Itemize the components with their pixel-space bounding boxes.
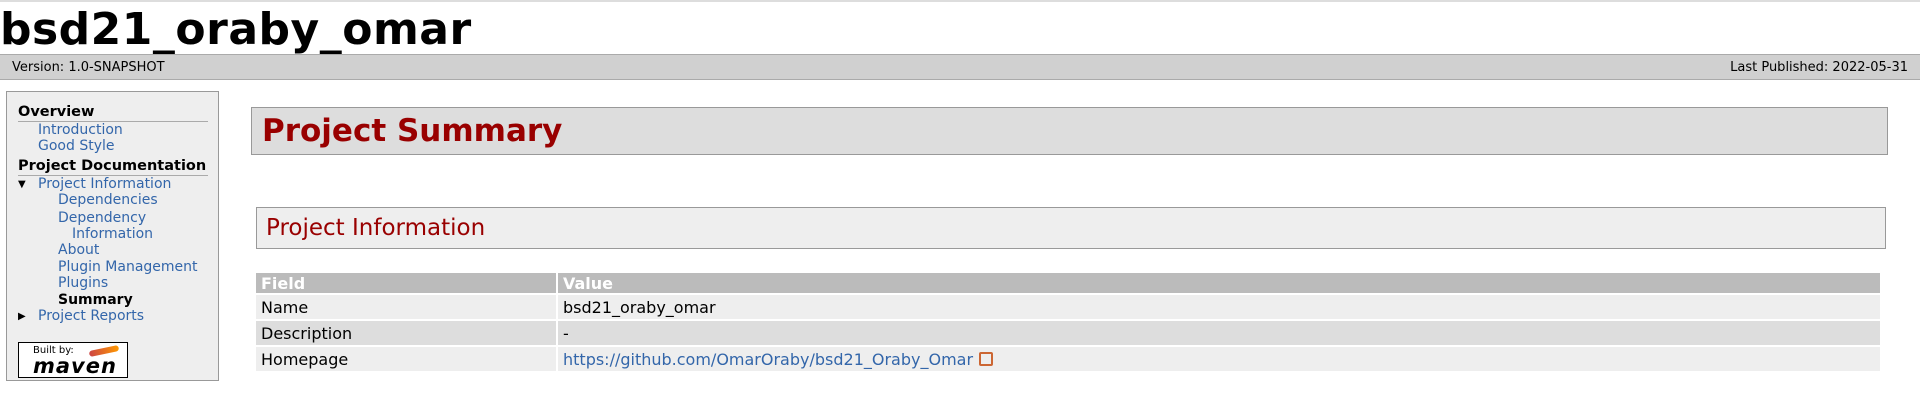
section-title: Project Information xyxy=(256,207,1886,249)
nav-item-plugins[interactable]: Plugins xyxy=(18,275,208,291)
last-published-label: Last Published: 2022-05-31 xyxy=(1730,60,1908,75)
breadcrumb: Version: 1.0-SNAPSHOT Last Published: 20… xyxy=(0,54,1920,80)
nav-item-plugin-management[interactable]: Plugin Management xyxy=(18,259,208,275)
nav-item-summary-current: Summary xyxy=(58,291,133,308)
field-cell: Name xyxy=(256,293,558,320)
caret-down-icon[interactable]: ▼ xyxy=(18,179,26,190)
value-cell: - xyxy=(557,319,1882,346)
nav-item-dependencies[interactable]: Dependencies xyxy=(18,192,208,208)
nav-item-dependency-information-cont[interactable]: Information xyxy=(18,226,208,242)
caret-right-icon[interactable]: ▶ xyxy=(18,311,26,322)
column-header-field: Field xyxy=(256,273,558,294)
built-by-maven-logo[interactable]: Built by: maven xyxy=(18,342,128,379)
nav-group-project-reports: ▶ Project Reports xyxy=(18,308,208,324)
version-label: Version: 1.0-SNAPSHOT xyxy=(12,60,165,75)
nav-group-project-information: ▼ Project Information xyxy=(18,176,208,192)
nav-heading-project-documentation: Project Documentation xyxy=(18,157,208,176)
external-link-icon xyxy=(979,351,994,366)
page-title: Project Summary xyxy=(251,107,1888,155)
homepage-link[interactable]: https://github.com/OmarOraby/bsd21_Oraby… xyxy=(563,350,973,369)
nav-item-introduction[interactable]: Introduction xyxy=(18,122,208,138)
value-cell: bsd21_oraby_omar xyxy=(557,293,1882,320)
table-row: Name bsd21_oraby_omar xyxy=(256,293,1882,320)
sidebar: Overview Introduction Good Style Project… xyxy=(6,91,219,381)
nav-item-label: Dependency xyxy=(58,209,147,226)
logo-big-text: maven xyxy=(33,354,117,379)
nav-item-project-reports[interactable]: Project Reports xyxy=(18,308,208,324)
nav-item-about[interactable]: About xyxy=(18,242,208,258)
project-info-table: Field Value Name bsd21_oraby_omar Descri… xyxy=(256,273,1882,371)
column-header-value: Value xyxy=(557,273,1882,294)
site-title: bsd21_oraby_omar xyxy=(0,4,472,55)
table-header-row: Field Value xyxy=(256,273,1882,294)
banner: bsd21_oraby_omar xyxy=(0,0,1920,55)
field-cell: Homepage xyxy=(256,345,558,371)
main-content: Project Summary Project Information Fiel… xyxy=(251,107,1888,371)
nav-item-dependency-information[interactable]: Dependency xyxy=(18,210,208,226)
nav-item-project-information[interactable]: Project Information xyxy=(18,176,208,192)
field-cell: Description xyxy=(256,319,558,346)
nav-item-good-style[interactable]: Good Style xyxy=(18,138,208,154)
table-row: Homepage https://github.com/OmarOraby/bs… xyxy=(256,345,1882,371)
table-row: Description - xyxy=(256,319,1882,346)
nav-heading-overview: Overview xyxy=(18,104,208,122)
value-cell: https://github.com/OmarOraby/bsd21_Oraby… xyxy=(557,345,1882,371)
